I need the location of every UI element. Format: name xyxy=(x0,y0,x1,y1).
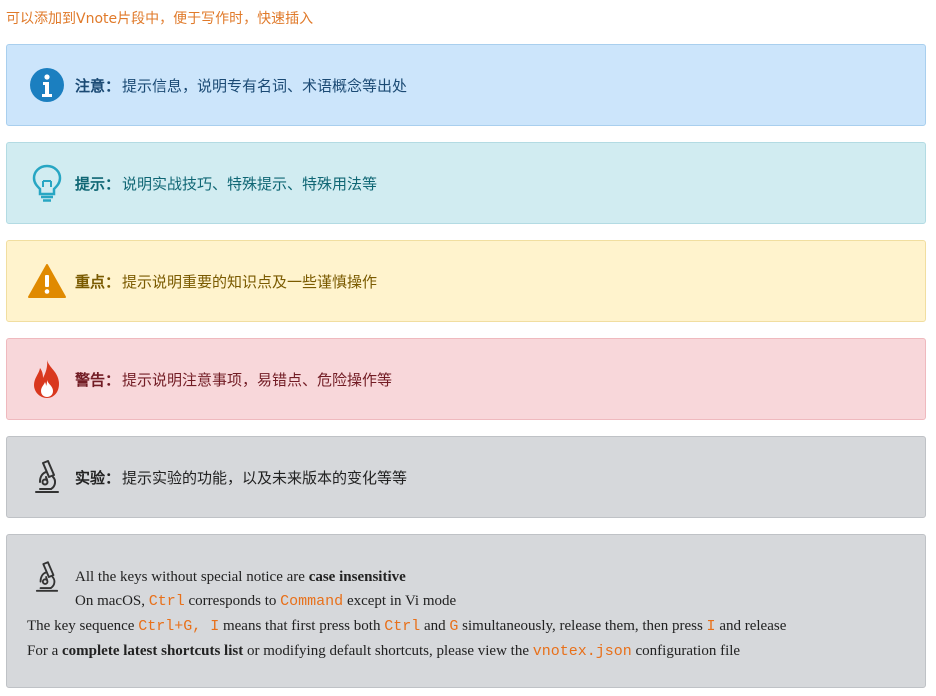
note-line-1: All the keys without special notice are … xyxy=(75,569,406,585)
callout-text: 提示实验的功能，以及未来版本的变化等等 xyxy=(122,468,408,487)
callout-text: 说明实战技巧、特殊提示、特殊用法等 xyxy=(122,174,378,193)
callout-info: 注意： 提示信息，说明专有名词、术语概念等出处 xyxy=(6,44,926,126)
info-icon xyxy=(27,65,67,105)
intro-text: 可以添加到Vnote片段中，便于写作时，快速插入 xyxy=(6,11,314,27)
callout-tip: 提示： 说明实战技巧、特殊提示、特殊用法等 xyxy=(6,142,926,224)
lightbulb-icon xyxy=(27,163,67,203)
callout-text: 提示说明注意事项，易错点、危险操作等 xyxy=(122,370,393,389)
note-line-4: For a complete latest shortcuts list or … xyxy=(27,643,741,660)
callout-label: 实验： xyxy=(75,468,121,487)
callout-text: 提示信息，说明专有名词、术语概念等出处 xyxy=(122,76,408,95)
callout-label: 重点： xyxy=(75,272,121,291)
microscope-icon xyxy=(27,457,67,497)
callout-important: 重点： 提示说明重要的知识点及一些谨慎操作 xyxy=(6,240,926,322)
warning-icon xyxy=(27,261,67,301)
callout-warning: 警告： 提示说明注意事项，易错点、危险操作等 xyxy=(6,338,926,420)
callout-label: 警告： xyxy=(75,370,121,389)
fire-icon xyxy=(27,359,67,399)
callout-experiment: 实验： 提示实验的功能，以及未来版本的变化等等 xyxy=(6,436,926,518)
callout-label: 提示： xyxy=(75,174,121,193)
note-line-3: The key sequence Ctrl+G, I means that fi… xyxy=(27,618,787,635)
callout-label: 注意： xyxy=(75,76,121,95)
keyboard-note: All the keys without special notice are … xyxy=(6,534,926,688)
callout-text: 提示说明重要的知识点及一些谨慎操作 xyxy=(122,272,378,291)
note-line-2: On macOS, Ctrl corresponds to Command ex… xyxy=(75,593,457,610)
